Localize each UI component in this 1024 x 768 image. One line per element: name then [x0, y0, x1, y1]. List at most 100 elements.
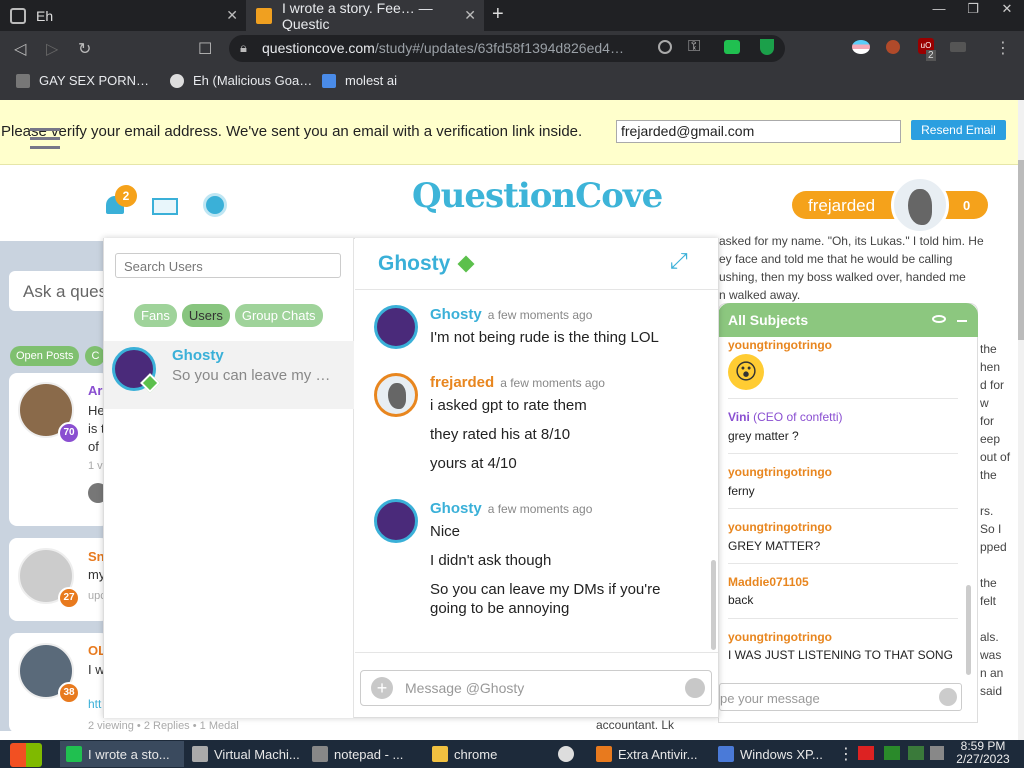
subject-message: ferny [728, 484, 755, 498]
message-sender[interactable]: Ghosty a few moments ago [430, 500, 592, 517]
forward-icon[interactable]: ▷ [46, 39, 58, 59]
chat-tabs: Fans Users Group Chats [134, 304, 323, 327]
bookmark-icon[interactable]: ☐ [198, 39, 212, 59]
message-time: a few moments ago [500, 376, 605, 390]
message-sender[interactable]: Ghosty a few moments ago [430, 306, 592, 323]
conversation-preview: So you can leave my … [172, 367, 331, 384]
subject-sender[interactable]: youngtringotringo [728, 520, 832, 534]
taskbar-item[interactable]: Extra Antivir... [590, 741, 706, 767]
expand-icon[interactable]: ⤢ [670, 248, 688, 274]
message-avatar[interactable] [374, 499, 418, 543]
page-scrollbar[interactable] [1018, 100, 1024, 740]
network-tray-icon[interactable] [884, 746, 900, 760]
message-text: yours at 4/10 [430, 455, 517, 472]
extension-green-icon[interactable] [724, 40, 740, 54]
subject-message: I WAS JUST LISTENING TO THAT SONG [728, 648, 953, 662]
avatar-extension-icon[interactable] [886, 40, 900, 54]
chat-scrollbar[interactable] [711, 560, 716, 650]
tab-title: I wrote a story. Fee… — Questic [282, 0, 433, 32]
add-attachment-icon[interactable]: + [371, 677, 393, 699]
minimize-icon[interactable]: — [922, 0, 956, 22]
bookmarks-bar [0, 67, 1024, 100]
taskbar-item[interactable]: I wrote a sto... [60, 741, 184, 767]
message-input[interactable]: Message @Ghosty [405, 680, 524, 696]
level-badge: 38 [58, 682, 80, 704]
message-text: they rated his at 8/10 [430, 426, 571, 443]
key-icon[interactable]: ⚿ [688, 38, 700, 56]
menu-icon[interactable]: ⋮ [995, 38, 1011, 58]
open-posts-pill[interactable]: Open Posts [10, 346, 80, 366]
close-window-icon[interactable]: ✕ [990, 0, 1024, 22]
extension-icon[interactable] [950, 42, 966, 52]
shield-extension-icon[interactable] [760, 39, 774, 55]
message-text: So you can leave my DMs if you're [430, 581, 661, 598]
level-badge: 70 [58, 422, 80, 444]
emoji-icon[interactable] [685, 678, 705, 698]
chat-header-name[interactable]: Ghosty [378, 252, 450, 276]
subjects-message-input[interactable]: pe your message [719, 683, 962, 711]
back-icon[interactable]: ◁ [14, 39, 26, 59]
start-button[interactable] [10, 743, 42, 767]
reload-icon[interactable]: ↻ [78, 39, 91, 59]
flag-extension-icon[interactable] [852, 40, 870, 54]
bookmark-item[interactable]: Eh (Malicious Goa… [170, 73, 312, 88]
taskbar-item[interactable]: Windows XP... [712, 741, 828, 767]
hide-eye-icon[interactable] [932, 315, 946, 323]
site-logo[interactable]: QuestionCove [412, 176, 663, 216]
search-users-input[interactable]: Search Users [115, 253, 341, 278]
bookmark-item[interactable]: molest ai [322, 73, 397, 88]
message-avatar[interactable] [374, 373, 418, 417]
bookmark-item[interactable]: GAY SEX PORN… [16, 73, 149, 88]
feed-link[interactable]: htt [88, 697, 101, 711]
message-sender[interactable]: frejarded a few moments ago [430, 374, 605, 391]
tab-title: Eh [36, 7, 54, 24]
clock[interactable]: 8:59 PM 2/27/2023 [946, 740, 1020, 766]
dolphin-icon [908, 189, 932, 225]
feed-filters: Open Posts C [10, 346, 106, 366]
taskbar-item[interactable] [552, 741, 584, 767]
monitor-tray-icon[interactable] [908, 746, 924, 760]
subject-sender[interactable]: youngtringotringo [728, 465, 832, 479]
shield-icon [10, 7, 26, 24]
hamburger-menu-icon[interactable] [30, 128, 60, 155]
header-username[interactable]: frejarded [808, 196, 875, 216]
browser-tab-questioncove[interactable]: I wrote a story. Fee… — Questic ✕ [246, 0, 484, 32]
window-controls: — ❐ ✕ [922, 0, 1024, 22]
message-avatar[interactable] [374, 305, 418, 349]
tab-users[interactable]: Users [181, 304, 230, 327]
browser-tab-eh[interactable]: Eh ✕ [0, 0, 246, 31]
subject-sender[interactable]: Vini (CEO of confetti) [728, 410, 843, 424]
flag-tray-icon[interactable] [858, 746, 874, 760]
taskbar-item[interactable]: Virtual Machi... [186, 741, 302, 767]
minimize-panel-icon[interactable] [957, 320, 967, 322]
profile-icon[interactable] [203, 193, 227, 217]
more-icon[interactable]: ⋮ [838, 744, 854, 764]
lock-icon[interactable]: 🔒︎ [240, 40, 247, 56]
close-tab-icon[interactable]: ✕ [464, 7, 476, 24]
verify-email-field[interactable]: frejarded@gmail.com [616, 120, 901, 143]
subjects-scrollbar[interactable] [966, 585, 971, 675]
ask-question-input[interactable]: Ask a question [9, 271, 109, 311]
header-avatar[interactable] [891, 176, 949, 234]
mail-icon[interactable] [152, 198, 178, 215]
emoji-icon[interactable] [939, 688, 957, 706]
volume-tray-icon[interactable] [930, 746, 944, 760]
media-icon[interactable] [658, 40, 672, 54]
taskbar-item[interactable]: notepad - ... [306, 741, 422, 767]
url-text[interactable]: questioncove.com/study#/updates/63fd58f1… [262, 40, 624, 56]
conversation-name[interactable]: Ghosty [172, 347, 224, 364]
taskbar-item[interactable]: chrome [426, 741, 542, 767]
subject-sender[interactable]: youngtringotringo [728, 630, 832, 644]
tab-group-chats[interactable]: Group Chats [234, 304, 323, 327]
restore-icon[interactable]: ❐ [956, 0, 990, 22]
subject-sender[interactable]: youngtringotringo [728, 338, 832, 352]
folder-icon [432, 746, 448, 762]
app-icon [558, 746, 574, 762]
close-tab-icon[interactable]: ✕ [226, 7, 238, 24]
new-tab-button[interactable]: + [492, 3, 504, 26]
subject-sender[interactable]: Maddie071105 [728, 575, 809, 589]
tab-fans[interactable]: Fans [134, 304, 177, 327]
app-icon [596, 746, 612, 762]
resend-email-button[interactable]: Resend Email [911, 120, 1006, 140]
subject-message: GREY MATTER? [728, 539, 821, 553]
